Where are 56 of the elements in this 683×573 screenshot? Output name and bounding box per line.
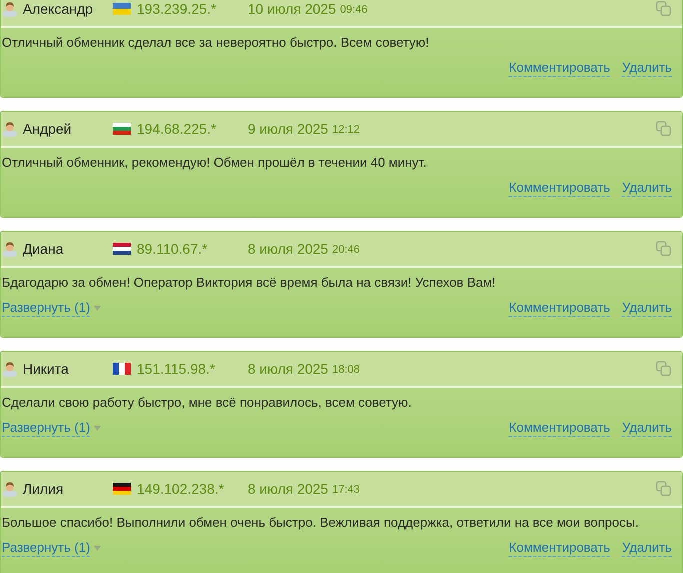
review-time: 20:46 bbox=[332, 242, 360, 258]
review-time: 17:43 bbox=[332, 482, 360, 498]
review-time: 12:12 bbox=[332, 122, 360, 138]
review-time: 09:46 bbox=[340, 2, 368, 18]
review-text: Сделали свою работу быстро, мне всё понравилось, всем советую. bbox=[2, 394, 413, 412]
review-date: 8 июля 2025 bbox=[248, 480, 328, 498]
flag-icon bbox=[113, 243, 131, 255]
expand-link[interactable]: Развернуть (1) bbox=[2, 300, 90, 317]
user-icon bbox=[2, 1, 18, 17]
user-icon bbox=[2, 361, 18, 377]
flag-icon bbox=[113, 363, 131, 375]
author-name: Никита bbox=[23, 360, 69, 378]
caret-icon bbox=[94, 306, 102, 311]
comment-link[interactable]: Комментировать bbox=[509, 180, 610, 197]
caret-icon bbox=[94, 426, 102, 431]
copy-icon[interactable] bbox=[656, 121, 672, 137]
ip-address: 89.110.67.* bbox=[137, 240, 208, 258]
review-date: 10 июля 2025 bbox=[248, 0, 336, 18]
review-date: 8 июля 2025 bbox=[248, 360, 328, 378]
delete-link[interactable]: Удалить bbox=[622, 300, 672, 317]
ip-address: 149.102.238.* bbox=[137, 480, 224, 498]
review-date: 8 июля 2025 bbox=[248, 240, 328, 258]
comment-link[interactable]: Комментировать bbox=[509, 540, 610, 557]
review-text: Бдагодарю за обмен! Оператор Виктория всё время была на связи! Успехов Вам! bbox=[2, 274, 497, 292]
delete-link[interactable]: Удалить bbox=[622, 180, 672, 197]
copy-icon[interactable] bbox=[656, 1, 672, 17]
review-time: 18:08 bbox=[332, 362, 360, 378]
flag-icon bbox=[113, 483, 131, 495]
author-name: Александр bbox=[23, 0, 94, 19]
review-text: Большое спасибо! Выполнили обмен очень быстро. Вежливая поддержка, ответили на все мои вопросы. bbox=[2, 514, 640, 532]
comment-link[interactable]: Комментировать bbox=[509, 60, 610, 77]
copy-icon[interactable] bbox=[656, 361, 672, 377]
review-date: 9 июля 2025 bbox=[248, 120, 328, 138]
review-text: Отличный обменник сделал все за невероятно быстро. Всем советую! bbox=[2, 34, 430, 52]
user-icon bbox=[2, 121, 18, 137]
comment-link[interactable]: Комментировать bbox=[509, 420, 610, 437]
user-icon bbox=[2, 241, 18, 257]
author-name: Лилия bbox=[23, 480, 64, 498]
flag-icon bbox=[113, 123, 131, 135]
copy-icon[interactable] bbox=[656, 241, 672, 257]
delete-link[interactable]: Удалить bbox=[622, 540, 672, 557]
author-name: Андрей bbox=[23, 120, 72, 139]
review-text: Отличный обменник, рекомендую! Обмен прошёл в течении 40 минут. bbox=[2, 154, 428, 172]
ip-address: 194.68.225.* bbox=[137, 120, 216, 138]
expand-link[interactable]: Развернуть (1) bbox=[2, 420, 90, 437]
delete-link[interactable]: Удалить bbox=[622, 420, 672, 437]
delete-link[interactable]: Удалить bbox=[622, 60, 672, 77]
ip-address: 151.115.98.* bbox=[137, 360, 216, 378]
user-icon bbox=[2, 481, 18, 497]
comment-link[interactable]: Комментировать bbox=[509, 300, 610, 317]
expand-link[interactable]: Развернуть (1) bbox=[2, 540, 90, 557]
ip-address: 193.239.25.* bbox=[137, 0, 216, 18]
caret-icon bbox=[94, 546, 102, 551]
flag-icon bbox=[113, 3, 131, 15]
copy-icon[interactable] bbox=[656, 481, 672, 497]
author-name: Диана bbox=[23, 240, 64, 259]
